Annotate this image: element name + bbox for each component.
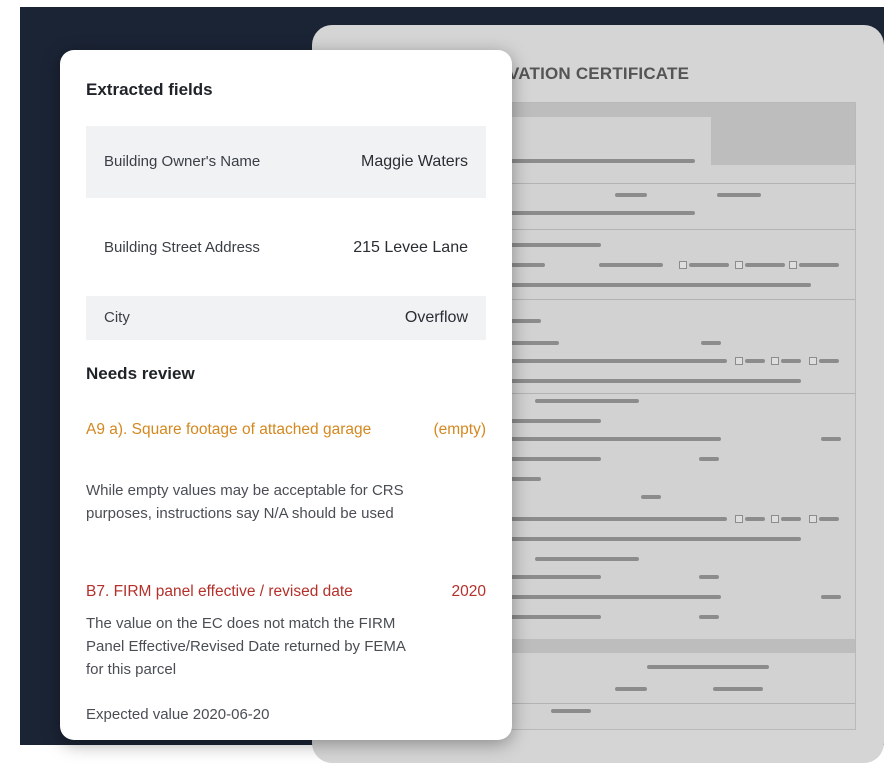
field-label: Building Owner's Name — [104, 153, 261, 170]
form-checkbox — [771, 515, 779, 523]
form-line — [599, 263, 663, 267]
form-line — [781, 359, 801, 363]
field-row-city: City Overflow — [86, 296, 486, 340]
form-rule — [491, 229, 855, 230]
form-line — [511, 263, 545, 267]
form-line — [745, 517, 765, 521]
form-line — [699, 575, 719, 579]
form-line — [699, 457, 719, 461]
form-line — [491, 283, 811, 287]
form-checkbox — [735, 357, 743, 365]
form-line — [699, 615, 719, 619]
form-rule — [491, 299, 855, 300]
form-line — [781, 517, 801, 521]
form-rule — [491, 183, 855, 184]
form-line — [535, 399, 639, 403]
form-line — [641, 495, 661, 499]
form-checkbox — [809, 357, 817, 365]
issue-title: B7. FIRM panel effective / revised date — [86, 583, 353, 600]
form-line — [491, 159, 695, 163]
form-line — [821, 595, 841, 599]
field-row-street-address: Building Street Address 215 Levee Lane — [86, 212, 486, 284]
form-line — [745, 359, 765, 363]
form-checkbox — [679, 261, 687, 269]
form-line — [491, 379, 801, 383]
field-label: Building Street Address — [104, 239, 260, 256]
extracted-fields-heading: Extracted fields — [86, 80, 213, 99]
form-line — [799, 263, 839, 267]
review-item-firm-panel-date[interactable]: B7. FIRM panel effective / revised date … — [86, 580, 486, 603]
form-line — [491, 437, 721, 441]
issue-description: While empty values may be acceptable for… — [86, 482, 404, 522]
form-rule — [491, 703, 855, 704]
form-line — [491, 211, 695, 215]
field-value: Maggie Waters — [361, 153, 468, 170]
form-line — [615, 193, 647, 197]
form-shaded-box — [711, 117, 855, 165]
issue-value: 2020 — [451, 583, 486, 600]
form-checkbox — [735, 261, 743, 269]
document-form-body — [490, 102, 856, 730]
form-line — [821, 437, 841, 441]
form-line — [535, 557, 639, 561]
form-line — [745, 263, 785, 267]
field-row-owner-name: Building Owner's Name Maggie Waters — [86, 126, 486, 198]
form-line — [647, 665, 769, 669]
form-line — [491, 359, 727, 363]
form-line — [701, 341, 721, 345]
form-line — [689, 263, 729, 267]
field-value: Overflow — [404, 309, 468, 326]
form-line — [491, 537, 801, 541]
form-line — [819, 359, 839, 363]
form-line — [551, 709, 591, 713]
form-line — [713, 687, 763, 691]
form-line — [819, 517, 839, 521]
form-checkbox — [789, 261, 797, 269]
form-line — [615, 687, 647, 691]
needs-review-heading: Needs review — [86, 364, 195, 383]
issue-description: The value on the EC does not match the F… — [86, 615, 406, 678]
field-value: 215 Levee Lane — [353, 239, 468, 256]
form-section-band — [491, 639, 855, 653]
form-checkbox — [771, 357, 779, 365]
review-item-garage-footage[interactable]: A9 a). Square footage of attached garage… — [86, 418, 486, 441]
field-label: City — [104, 309, 130, 326]
form-checkbox — [735, 515, 743, 523]
issue-value: (empty) — [433, 421, 486, 438]
expected-value: Expected value 2020-06-20 — [86, 706, 270, 723]
issue-title: A9 a). Square footage of attached garage — [86, 421, 372, 438]
form-line — [717, 193, 761, 197]
form-checkbox — [809, 515, 817, 523]
form-header-band — [491, 103, 855, 117]
form-line — [491, 517, 727, 521]
document-title: VATION CERTIFICATE — [508, 64, 690, 83]
form-rule — [491, 393, 855, 394]
form-line — [491, 595, 721, 599]
